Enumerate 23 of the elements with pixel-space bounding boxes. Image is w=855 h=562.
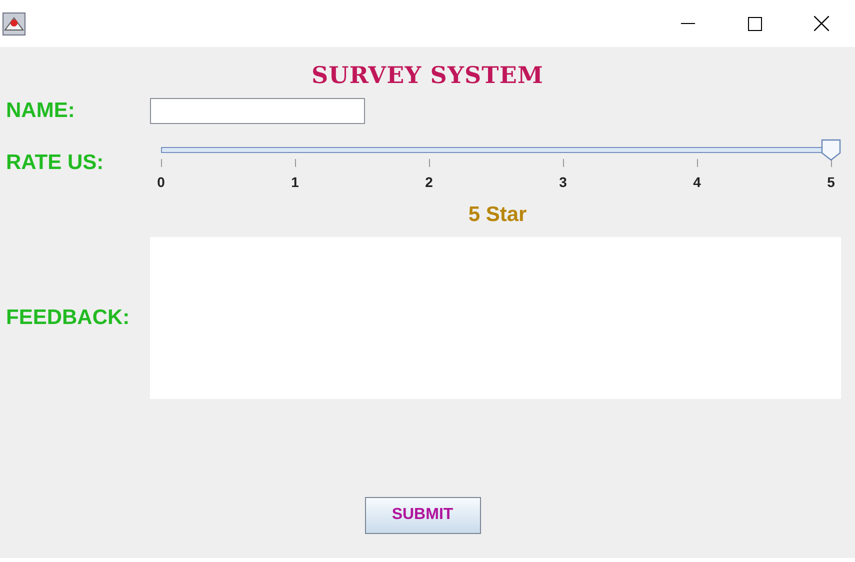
feedback-label: FEEDBACK: [5,304,131,331]
maximize-icon [748,16,762,30]
tick-mark [294,159,296,167]
name-label: NAME: [5,98,76,124]
slider-thumb[interactable] [821,139,841,161]
minimize-icon [680,22,694,24]
tick-mark [428,159,430,167]
tick-label: 2 [425,173,433,192]
tick-label: 1 [291,173,299,192]
tick-mark [830,159,832,167]
tick-label: 4 [693,173,701,192]
tick-label: 0 [157,173,165,192]
app-title: SURVEY SYSTEM [312,61,544,91]
submit-button[interactable]: SUBMIT [364,496,480,534]
tick-mark [562,159,564,167]
tick-mark [160,159,162,167]
tick-mark [696,159,698,167]
rate-label: RATE US: [5,150,105,176]
name-field[interactable] [150,98,365,124]
tick-label: 5 [827,173,835,192]
rating-reading: 5 Star [468,202,527,228]
tick-label: 3 [559,173,567,192]
close-icon [814,16,829,31]
